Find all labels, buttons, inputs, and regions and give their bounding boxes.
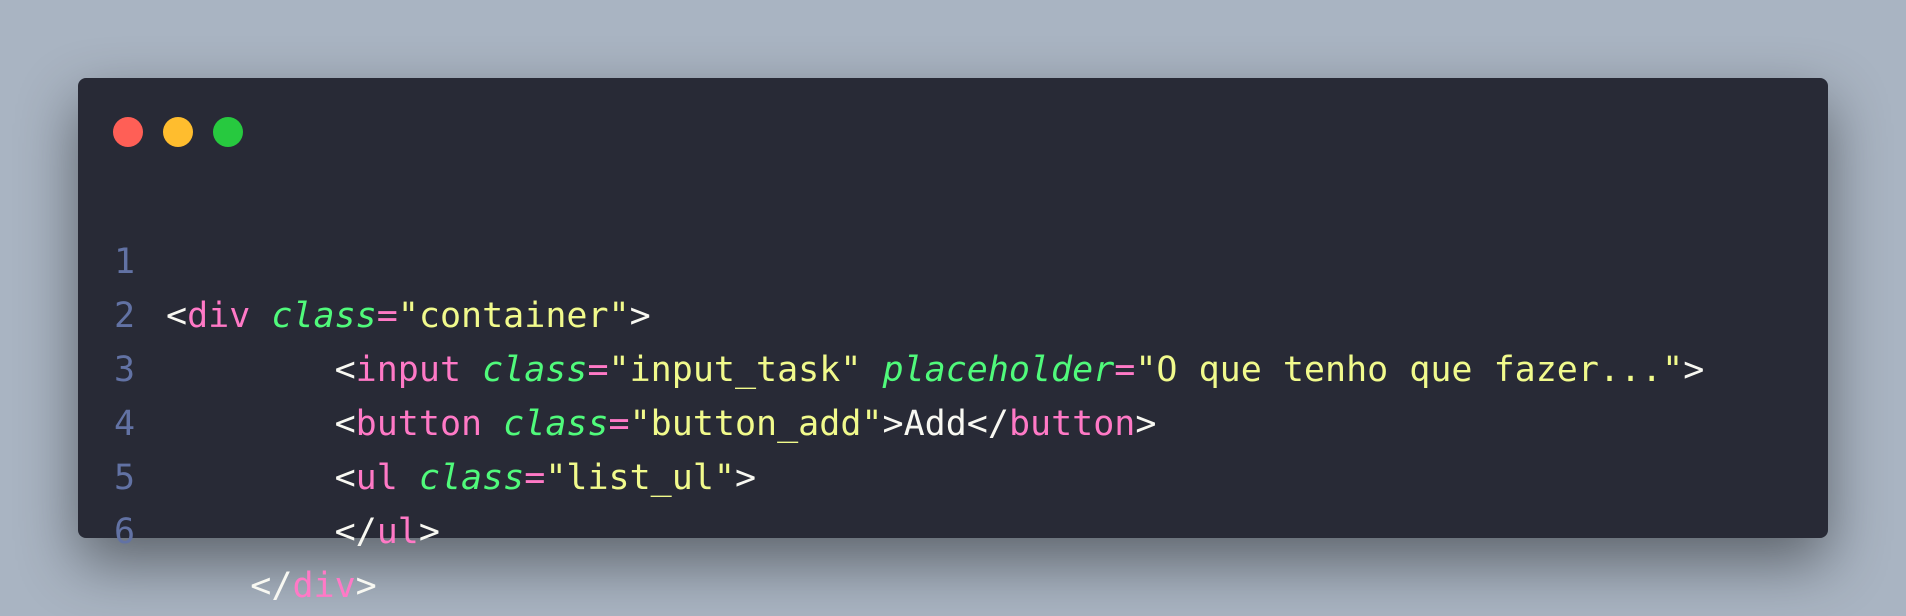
token-punctuation: > — [355, 566, 377, 606]
token-punctuation: </ — [166, 566, 293, 606]
code-line: 2 <input class="input_task" placeholder=… — [78, 235, 1828, 390]
token-tag: div — [292, 566, 356, 606]
maximize-icon[interactable] — [213, 117, 243, 147]
minimize-icon[interactable] — [163, 117, 193, 147]
code-line: 5 </ul> — [78, 397, 1828, 552]
window-controls — [113, 117, 243, 147]
code-block: 1 <div class="container"> 2 <input class… — [78, 181, 1828, 606]
close-icon[interactable] — [113, 117, 143, 147]
token-tag: ul — [376, 512, 419, 552]
line-content: </div> — [166, 559, 377, 613]
token-punctuation: > — [418, 512, 440, 552]
screenshot-background: 1 <div class="container"> 2 <input class… — [0, 0, 1906, 616]
code-line: 3 <button class="button_add">Add</button… — [78, 289, 1828, 444]
code-line: 4 <ul class="list_ul"> — [78, 343, 1828, 498]
line-number: 6 — [114, 512, 136, 552]
code-window: 1 <div class="container"> 2 <input class… — [78, 78, 1828, 606]
code-line: 1 <div class="container"> — [78, 181, 1828, 336]
code-line: 6 </div> — [78, 451, 1828, 606]
